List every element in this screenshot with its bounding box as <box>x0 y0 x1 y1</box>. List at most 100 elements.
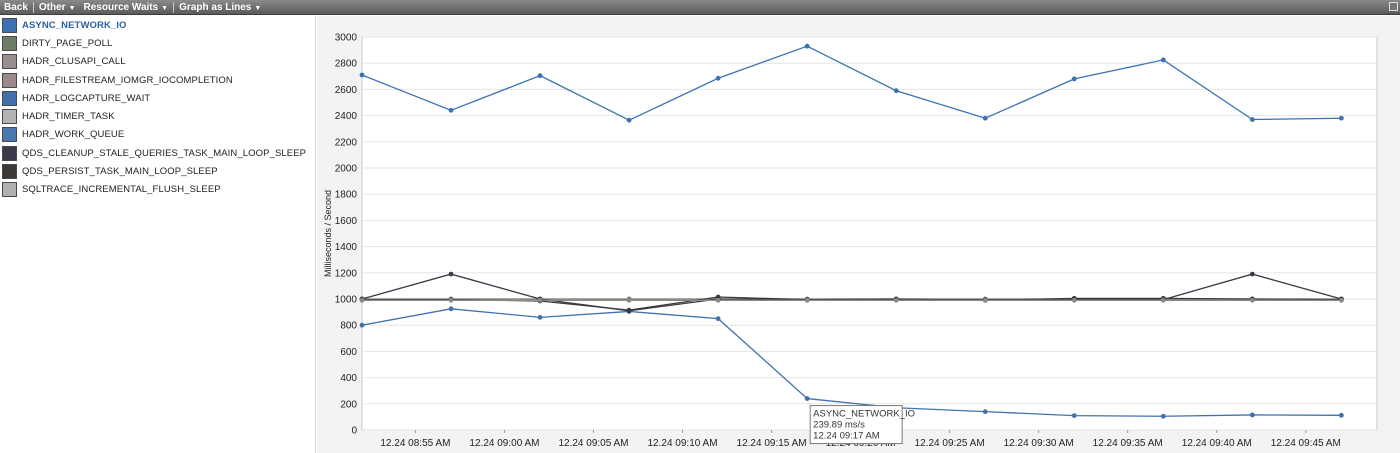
graph-mode-label: Graph as Lines <box>179 1 252 13</box>
legend-swatch <box>2 127 17 143</box>
chevron-down-icon: ▼ <box>254 4 262 12</box>
legend-swatch <box>2 182 17 198</box>
toolbar: Back Other ▼ Resource Waits ▼ Graph as Lin… <box>0 0 1400 15</box>
legend-swatch <box>2 72 17 88</box>
data-point <box>804 396 810 401</box>
legend-item[interactable]: ASYNC_NETWORK_IO <box>0 16 315 34</box>
data-point <box>448 297 454 303</box>
legend-swatch <box>2 164 17 180</box>
legend-swatch <box>2 35 17 51</box>
legend-label: SQLTRACE_INCREMENTAL_FLUSH_SLEEP <box>22 184 221 196</box>
legend-label: HADR_LOGCAPTURE_WAIT <box>22 92 151 104</box>
y-tick-label: 200 <box>340 399 357 410</box>
chevron-down-icon: ▼ <box>161 4 169 12</box>
y-tick-label: 1400 <box>335 242 358 253</box>
x-tick-label: 12.24 09:15 AM <box>737 438 807 449</box>
graph-mode-menu[interactable]: Graph as Lines ▼ <box>175 2 265 13</box>
data-point <box>1249 412 1255 418</box>
data-point <box>1071 413 1077 418</box>
tooltip-value: 239.89 ms/s <box>813 420 865 431</box>
legend-label: QDS_PERSIST_TASK_MAIN_LOOP_SLEEP <box>22 166 218 178</box>
data-point <box>1338 115 1344 121</box>
data-point <box>1249 297 1255 303</box>
data-point <box>359 322 365 328</box>
back-button[interactable]: Back <box>0 2 32 13</box>
legend-item[interactable]: QDS_PERSIST_TASK_MAIN_LOOP_SLEEP <box>0 162 315 180</box>
y-tick-label: 0 <box>351 426 357 437</box>
chevron-down-icon: ▼ <box>68 4 76 12</box>
legend-item[interactable]: QDS_CLEANUP_STALE_QUERIES_TASK_MAIN_LOOP… <box>0 144 315 162</box>
data-point <box>1160 297 1166 303</box>
data-point <box>982 297 988 303</box>
tooltip-series: ASYNC_NETWORK_IO <box>813 409 915 420</box>
legend-label: HADR_CLUSAPI_CALL <box>22 56 126 68</box>
data-point <box>804 297 810 303</box>
legend-item[interactable]: HADR_FILESTREAM_IOMGR_IOCOMPLETION <box>0 71 315 89</box>
resource-waits-label: Resource Waits <box>83 1 159 13</box>
data-point <box>804 43 810 49</box>
legend-swatch <box>2 54 17 70</box>
data-point <box>1071 76 1077 82</box>
legend-label: QDS_CLEANUP_STALE_QUERIES_TASK_MAIN_LOOP… <box>22 147 307 159</box>
legend-label: DIRTY_PAGE_POLL <box>22 37 113 49</box>
y-tick-label: 1800 <box>335 190 358 201</box>
x-tick-label: 12.24 09:00 AM <box>469 438 539 449</box>
y-tick-label: 2800 <box>335 59 358 70</box>
legend-item[interactable]: HADR_TIMER_TASK <box>0 107 315 125</box>
x-tick-label: 12.24 08:55 AM <box>380 438 450 449</box>
data-point <box>626 307 632 313</box>
y-tick-label: 800 <box>340 321 357 332</box>
line-chart: 0 200 400 600 800 1000 1200 1400 1600 1800 2000 220… <box>323 33 1378 449</box>
legend-label: HADR_FILESTREAM_IOMGR_IOCOMPLETION <box>22 74 233 86</box>
chart-area: 0 200 400 600 800 1000 1200 1400 1600 1800 2000 220… <box>317 16 1400 453</box>
other-menu-label: Other <box>38 1 66 13</box>
data-point <box>982 409 988 415</box>
y-axis-label: Milliseconds / Second <box>323 190 333 277</box>
toolbar-separator <box>32 1 34 13</box>
data-point <box>1249 271 1255 277</box>
x-tick-label: 12.24 09:30 AM <box>1004 438 1074 449</box>
plot-area <box>361 36 1378 431</box>
y-tick-label: 3000 <box>335 33 358 44</box>
data-point <box>537 314 543 320</box>
data-point <box>1249 117 1255 122</box>
data-point <box>626 117 632 123</box>
data-point <box>537 297 543 303</box>
data-point <box>359 297 365 303</box>
other-menu[interactable]: Other ▼ <box>35 2 80 13</box>
y-tick-label: 600 <box>340 347 357 358</box>
x-tick-label: 12.24 09:25 AM <box>915 438 985 449</box>
y-tick-label: 2000 <box>335 164 358 175</box>
legend-label: ASYNC_NETWORK_IO <box>22 19 127 31</box>
legend-item[interactable]: HADR_CLUSAPI_CALL <box>0 53 315 71</box>
data-point <box>537 73 543 79</box>
data-point <box>715 297 721 303</box>
y-tick-label: 2400 <box>335 111 358 122</box>
legend-item[interactable]: SQLTRACE_INCREMENTAL_FLUSH_SLEEP <box>0 181 315 199</box>
tooltip-time: 12.24 09:17 AM <box>813 431 880 442</box>
data-point <box>715 75 721 81</box>
legend-swatch <box>2 90 17 106</box>
legend-item[interactable]: DIRTY_PAGE_POLL <box>0 34 315 52</box>
x-tick-label: 12.24 09:10 AM <box>647 438 717 449</box>
y-tick-label: 1200 <box>335 268 358 279</box>
data-point <box>448 107 454 113</box>
resource-waits-menu[interactable]: Resource Waits ▼ <box>80 2 173 13</box>
data-point <box>359 72 365 78</box>
x-tick-label: 12.24 09:45 AM <box>1271 438 1341 449</box>
data-point <box>626 297 632 303</box>
legend-swatch <box>2 17 17 33</box>
data-point <box>982 115 988 121</box>
data-point <box>1160 57 1166 63</box>
x-tick-label: 12.24 09:40 AM <box>1182 438 1252 449</box>
legend-panel: ASYNC_NETWORK_IO DIRTY_PAGE_POLL HADR_CLUS… <box>0 16 316 453</box>
data-point <box>1071 297 1077 303</box>
legend-swatch <box>2 109 17 125</box>
maximize-icon[interactable] <box>1389 2 1398 11</box>
legend-item[interactable]: HADR_WORK_QUEUE <box>0 126 315 144</box>
x-tick-label: 12.24 09:05 AM <box>558 438 628 449</box>
legend-item[interactable]: HADR_LOGCAPTURE_WAIT <box>0 89 315 107</box>
y-tick-label: 400 <box>340 373 357 384</box>
data-point <box>715 316 721 322</box>
y-tick-label: 2200 <box>335 137 358 148</box>
